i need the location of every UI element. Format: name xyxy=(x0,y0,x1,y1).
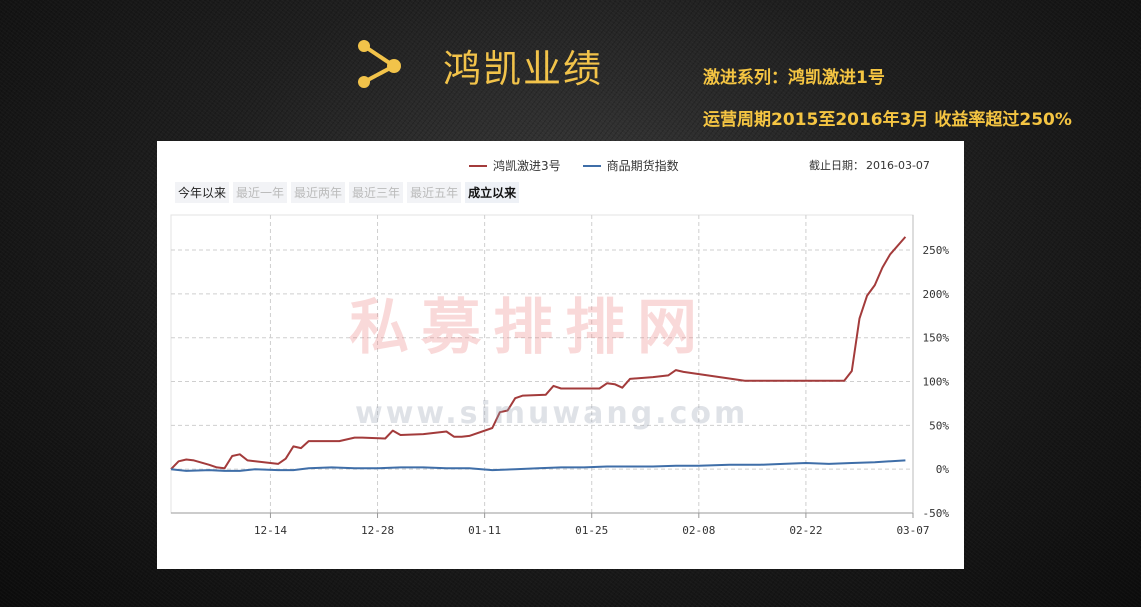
y-tick-label: 150% xyxy=(923,332,950,345)
tab-year-to-date[interactable]: 今年以来 xyxy=(175,182,230,203)
watermark-text: 私募排排网 xyxy=(349,293,709,363)
legend-label-fund: 鸿凯激进3号 xyxy=(493,159,561,173)
legend-swatch-fund xyxy=(469,164,487,167)
x-tick-label: 12-14 xyxy=(254,524,287,537)
x-tick-label: 02-08 xyxy=(682,524,715,537)
as-of-value: 2016-03-07 xyxy=(866,159,930,172)
legend-item-fund[interactable]: 鸿凯激进3号 xyxy=(469,157,561,174)
as-of-label: 截止日期： xyxy=(809,159,864,172)
share-network-icon xyxy=(358,40,401,88)
tab-last-5-years[interactable]: 最近五年 xyxy=(407,182,462,203)
x-tick-label: 12-28 xyxy=(361,524,394,537)
chart-legend: 鸿凯激进3号 商品期货指数 xyxy=(469,157,679,174)
legend-swatch-index xyxy=(582,164,601,167)
page-title: 鸿凯业绩 xyxy=(443,47,604,91)
x-tick-label: 02-22 xyxy=(789,524,822,537)
y-tick-label: 200% xyxy=(923,288,950,301)
x-tick-label: 01-11 xyxy=(468,524,501,537)
range-tabs: 今年以来 最近一年 最近两年 最近三年 最近五年 成立以来 xyxy=(175,182,520,203)
watermark-url: www.simuwang.com xyxy=(355,396,749,431)
chart-panel: -50% 0% 50% 100% 150% 200% 250% 12-14 12-28 01-11… xyxy=(157,141,964,569)
performance-subtitle: 运营周期2015至2016年3月 收益率超过250% xyxy=(703,110,1072,130)
tab-last-3-years[interactable]: 最近三年 xyxy=(349,182,404,203)
y-tick-label: 0% xyxy=(936,463,950,476)
as-of-date: 截止日期： 2016-03-07 xyxy=(809,157,930,173)
y-tick-label: 100% xyxy=(923,376,950,389)
y-tick-label: 250% xyxy=(923,244,950,257)
legend-item-index[interactable]: 商品期货指数 xyxy=(582,157,679,174)
tab-last-2-years[interactable]: 最近两年 xyxy=(291,182,346,203)
y-tick-label: 50% xyxy=(929,419,949,432)
y-tick-label: -50% xyxy=(923,507,950,520)
legend-label-index: 商品期货指数 xyxy=(606,159,679,173)
tab-since-inception[interactable]: 成立以来 xyxy=(465,182,520,203)
series-name-subtitle: 激进系列：鸿凯激进1号 xyxy=(703,68,885,88)
x-tick-label: 01-25 xyxy=(575,524,608,537)
tab-last-1-year[interactable]: 最近一年 xyxy=(233,182,288,203)
x-tick-label: 03-07 xyxy=(896,524,929,537)
